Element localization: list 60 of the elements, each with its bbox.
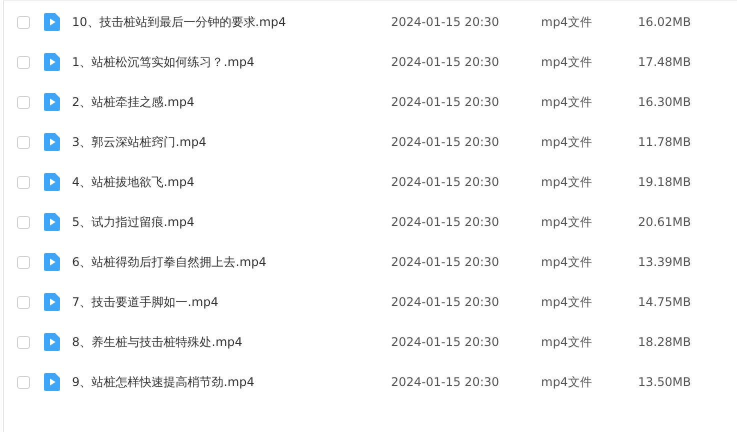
file-name[interactable]: 7、技击要道手脚如一.mp4 xyxy=(72,294,391,310)
file-type: mp4文件 xyxy=(541,294,593,310)
file-type: mp4文件 xyxy=(541,254,593,270)
file-name[interactable]: 9、站桩怎样快速提高梢节劲.mp4 xyxy=(72,374,391,390)
modified-date: 2024-01-15 20:30 xyxy=(391,375,500,389)
modified-date: 2024-01-15 20:30 xyxy=(391,215,500,229)
file-name[interactable]: 6、站桩得劲后打拳自然拥上去.mp4 xyxy=(72,254,391,270)
modified-date: 2024-01-15 20:30 xyxy=(391,175,500,189)
video-file-icon xyxy=(44,213,60,231)
file-type: mp4文件 xyxy=(541,214,593,230)
file-size: 13.50MB xyxy=(637,375,691,389)
checkbox[interactable] xyxy=(17,96,30,108)
modified-date: 2024-01-15 20:30 xyxy=(391,255,500,269)
file-size: 16.02MB xyxy=(637,15,691,29)
modified-date: 2024-01-15 20:30 xyxy=(391,55,500,69)
checkbox[interactable] xyxy=(17,136,30,148)
checkbox[interactable] xyxy=(17,16,30,28)
file-name[interactable]: 4、站桩拔地欲飞.mp4 xyxy=(72,174,391,190)
file-size: 14.75MB xyxy=(637,295,691,309)
video-file-icon xyxy=(44,13,60,31)
file-type: mp4文件 xyxy=(541,54,593,70)
video-file-icon xyxy=(44,93,60,111)
file-type: mp4文件 xyxy=(541,174,593,190)
file-name[interactable]: 2、站桩牵挂之感.mp4 xyxy=(72,94,391,110)
file-size: 17.48MB xyxy=(637,55,691,69)
modified-date: 2024-01-15 20:30 xyxy=(391,15,500,29)
file-name[interactable]: 5、试力指过留痕.mp4 xyxy=(72,214,391,230)
file-name[interactable]: 1、站桩松沉笃实如何练习？.mp4 xyxy=(72,54,391,70)
modified-date: 2024-01-15 20:30 xyxy=(391,95,500,109)
checkbox[interactable] xyxy=(17,376,30,388)
file-name[interactable]: 3、郭云深站桩窍门.mp4 xyxy=(72,134,391,150)
modified-date: 2024-01-15 20:30 xyxy=(391,335,500,349)
file-size: 16.30MB xyxy=(637,95,691,109)
file-name[interactable]: 8、养生桩与技击桩特殊处.mp4 xyxy=(72,334,391,350)
video-file-icon xyxy=(44,253,60,271)
checkbox[interactable] xyxy=(17,296,30,308)
video-file-icon xyxy=(44,173,60,191)
video-file-icon xyxy=(44,333,60,351)
checkbox[interactable] xyxy=(17,256,30,268)
checkbox[interactable] xyxy=(17,336,30,348)
checkbox[interactable] xyxy=(17,216,30,228)
file-size: 13.39MB xyxy=(637,255,691,269)
file-type: mp4文件 xyxy=(541,374,593,390)
file-type: mp4文件 xyxy=(541,334,593,350)
video-file-icon xyxy=(44,133,60,151)
file-type: mp4文件 xyxy=(541,14,593,30)
video-file-icon xyxy=(44,293,60,311)
file-size: 19.18MB xyxy=(637,175,691,189)
checkbox[interactable] xyxy=(17,176,30,188)
video-file-icon xyxy=(44,53,60,71)
file-size: 20.61MB xyxy=(637,215,691,229)
file-type: mp4文件 xyxy=(541,134,593,150)
modified-date: 2024-01-15 20:30 xyxy=(391,295,500,309)
file-name[interactable]: 10、技击桩站到最后一分钟的要求.mp4 xyxy=(72,14,391,30)
file-size: 18.28MB xyxy=(637,335,691,349)
file-size: 11.78MB xyxy=(637,135,691,149)
modified-date: 2024-01-15 20:30 xyxy=(391,135,500,149)
video-file-icon xyxy=(44,373,60,391)
file-type: mp4文件 xyxy=(541,94,593,110)
checkbox[interactable] xyxy=(17,56,30,68)
